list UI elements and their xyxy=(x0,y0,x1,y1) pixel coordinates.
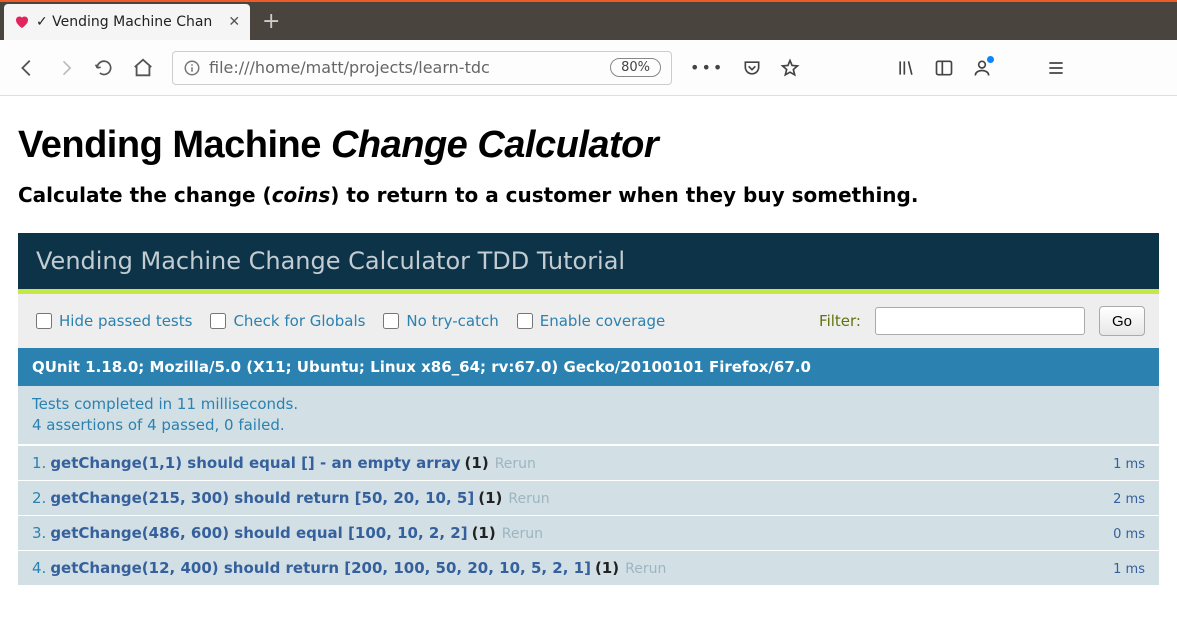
sidebar-icon[interactable] xyxy=(934,58,954,78)
test-time: 2 ms xyxy=(1113,492,1145,507)
no-trycatch-label: No try-catch xyxy=(406,312,498,330)
menu-icon[interactable] xyxy=(1046,58,1066,78)
enable-coverage-checkbox[interactable]: Enable coverage xyxy=(513,310,666,332)
home-button[interactable] xyxy=(132,57,154,79)
forward-button[interactable] xyxy=(56,58,76,78)
test-count: (1) xyxy=(478,489,502,507)
browser-tab-bar: ✓ Vending Machine Chan ✕ + xyxy=(0,0,1177,40)
test-name: getChange(215, 300) should return [50, 2… xyxy=(50,489,474,507)
test-time: 1 ms xyxy=(1113,457,1145,472)
rerun-link[interactable]: Rerun xyxy=(502,526,543,542)
test-name: getChange(486, 600) should equal [100, 1… xyxy=(50,524,467,542)
filter-label: Filter: xyxy=(819,312,861,330)
account-icon[interactable] xyxy=(972,58,992,78)
qunit-useragent: QUnit 1.18.0; Mozilla/5.0 (X11; Ubuntu; … xyxy=(18,348,1159,386)
qunit-result-line2: 4 assertions of 4 passed, 0 failed. xyxy=(32,415,1145,436)
test-number: 2. xyxy=(32,489,46,507)
test-row[interactable]: 4. getChange(12, 400) should return [200… xyxy=(18,550,1159,585)
reload-button[interactable] xyxy=(94,58,114,78)
info-icon[interactable] xyxy=(183,59,201,77)
no-trycatch-checkbox[interactable]: No try-catch xyxy=(379,310,498,332)
test-count: (1) xyxy=(595,559,619,577)
hide-passed-label: Hide passed tests xyxy=(59,312,192,330)
url-text: file:///home/matt/projects/learn-tdc xyxy=(209,58,490,77)
check-globals-label: Check for Globals xyxy=(233,312,365,330)
subtitle-italic: coins xyxy=(272,183,331,207)
test-count: (1) xyxy=(465,454,489,472)
page-subtitle: Calculate the change (coins) to return t… xyxy=(18,183,1159,207)
rerun-link[interactable]: Rerun xyxy=(495,456,536,472)
qunit-result-line1: Tests completed in 11 milliseconds. xyxy=(32,394,1145,415)
enable-coverage-label: Enable coverage xyxy=(540,312,666,330)
more-icon[interactable]: ••• xyxy=(690,58,724,77)
pocket-icon[interactable] xyxy=(742,58,762,78)
test-time: 1 ms xyxy=(1113,562,1145,577)
url-bar[interactable]: file:///home/matt/projects/learn-tdc 80% xyxy=(172,51,672,85)
test-row[interactable]: 2. getChange(215, 300) should return [50… xyxy=(18,480,1159,515)
zoom-badge[interactable]: 80% xyxy=(610,58,661,77)
rerun-link[interactable]: Rerun xyxy=(625,561,666,577)
test-count: (1) xyxy=(472,524,496,542)
qunit-toolbar: Hide passed tests Check for Globals No t… xyxy=(18,294,1159,348)
page-title-prefix: Vending Machine xyxy=(18,124,331,166)
browser-tab[interactable]: ✓ Vending Machine Chan ✕ xyxy=(4,4,250,40)
test-row[interactable]: 3. getChange(486, 600) should equal [100… xyxy=(18,515,1159,550)
new-tab-button[interactable]: + xyxy=(250,9,292,34)
test-row[interactable]: 1. getChange(1,1) should equal [] - an e… xyxy=(18,445,1159,480)
qunit-result: Tests completed in 11 milliseconds. 4 as… xyxy=(18,386,1159,445)
test-number: 3. xyxy=(32,524,46,542)
qunit-container: Vending Machine Change Calculator TDD Tu… xyxy=(18,233,1159,585)
library-icon[interactable] xyxy=(896,58,916,78)
page-title: Vending Machine Change Calculator xyxy=(18,124,1159,167)
bookmark-star-icon[interactable] xyxy=(780,58,800,78)
filter-input[interactable] xyxy=(875,307,1085,335)
subtitle-suffix: ) to return to a customer when they buy … xyxy=(330,183,918,207)
back-button[interactable] xyxy=(16,57,38,79)
qunit-header: Vending Machine Change Calculator TDD Tu… xyxy=(18,233,1159,289)
heart-icon xyxy=(14,14,30,30)
test-time: 0 ms xyxy=(1113,527,1145,542)
go-button[interactable]: Go xyxy=(1099,306,1145,336)
hide-passed-checkbox[interactable]: Hide passed tests xyxy=(32,310,192,332)
test-name: getChange(1,1) should equal [] - an empt… xyxy=(50,454,460,472)
check-globals-checkbox[interactable]: Check for Globals xyxy=(206,310,365,332)
test-number: 1. xyxy=(32,454,46,472)
close-icon[interactable]: ✕ xyxy=(228,14,240,30)
page-title-italic: Change Calculator xyxy=(331,124,658,166)
tab-title: ✓ Vending Machine Chan xyxy=(36,14,212,30)
subtitle-prefix: Calculate the change ( xyxy=(18,183,272,207)
rerun-link[interactable]: Rerun xyxy=(508,491,549,507)
test-name: getChange(12, 400) should return [200, 1… xyxy=(50,559,591,577)
test-number: 4. xyxy=(32,559,46,577)
browser-toolbar: file:///home/matt/projects/learn-tdc 80%… xyxy=(0,40,1177,96)
